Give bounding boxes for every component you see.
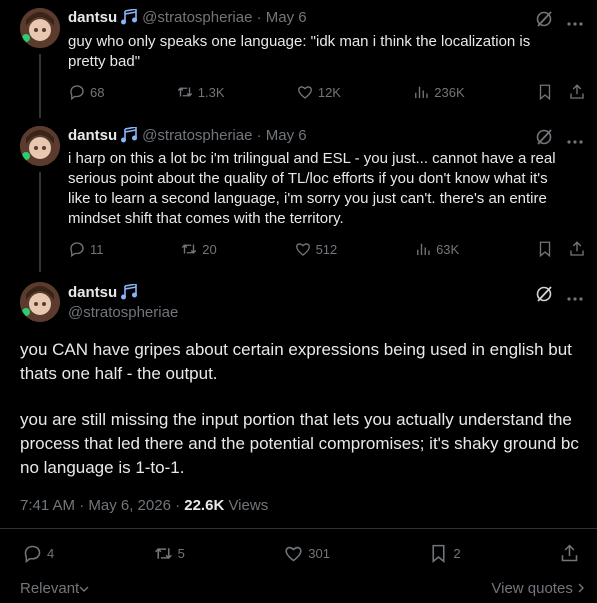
tweet-top-icons <box>535 128 583 151</box>
reply-button[interactable]: 11 <box>68 240 104 258</box>
divider <box>0 528 597 529</box>
reply-icon <box>24 545 41 563</box>
bookmark-count: 2 <box>453 546 461 561</box>
handle[interactable]: @stratospheriae <box>142 127 252 144</box>
tweet-actions: 68 1.3K 12K 236K <box>68 83 586 101</box>
bookmark-icon[interactable] <box>536 240 554 258</box>
tweet-date[interactable]: May 6 <box>266 9 307 26</box>
tweet-right-actions <box>536 83 586 101</box>
views-icon <box>417 243 430 255</box>
music-badge-icon <box>120 283 138 304</box>
heart-icon <box>285 546 302 562</box>
tweet-timestamp[interactable]: 7:41 AM · May 6, 2026 · <box>20 497 180 514</box>
grok-icon[interactable] <box>535 10 553 33</box>
view-quotes-label: View quotes <box>491 580 573 597</box>
like-count: 512 <box>315 241 338 257</box>
repost-count: 5 <box>177 546 185 561</box>
main-tweet-paragraph-2: you are still missing the input portion … <box>20 410 579 477</box>
share-icon[interactable] <box>568 240 586 258</box>
repost-icon <box>182 244 197 254</box>
display-name[interactable]: dantsu <box>68 9 117 26</box>
heart-icon <box>295 243 310 256</box>
like-count: 12K <box>317 84 341 100</box>
repost-icon <box>154 548 172 559</box>
heart-icon <box>297 86 312 99</box>
main-tweet-name-row: dantsu <box>68 283 142 304</box>
bookmark-icon[interactable] <box>536 83 554 101</box>
tweet-text: guy who only speaks one language: "idk m… <box>68 33 531 70</box>
view-count: 63K <box>436 241 460 257</box>
thread-line <box>39 54 41 118</box>
tweet-header: dantsu @stratospheriae · May 6 <box>68 8 307 29</box>
handle[interactable]: @stratospheriae <box>68 304 178 321</box>
grok-icon[interactable] <box>535 285 553 308</box>
bookmark-icon <box>432 544 445 564</box>
like-count: 301 <box>308 546 330 561</box>
view-count: 236K <box>434 84 465 100</box>
tweet-header: dantsu @stratospheriae · May 6 <box>68 126 307 147</box>
views-count: 22.6K <box>184 497 225 514</box>
more-options-icon[interactable] <box>567 13 583 31</box>
tweet-top-icons <box>535 10 583 33</box>
views-button[interactable]: 236K <box>412 83 465 101</box>
thread-tweet-2[interactable]: dantsu @stratospheriae · May 6 i harp on … <box>0 118 597 272</box>
repost-count: 20 <box>202 241 217 257</box>
share-icon <box>561 544 578 562</box>
view-quotes-link[interactable]: View quotes <box>491 580 585 597</box>
separator-dot: · <box>252 9 266 26</box>
reply-count: 11 <box>90 241 104 257</box>
avatar[interactable] <box>20 282 60 322</box>
reply-sort-bar: Relevant View quotes <box>20 580 585 597</box>
thread-tweet-1[interactable]: dantsu @stratospheriae · May 6 guy who on… <box>0 0 597 118</box>
repost-button[interactable]: 20 <box>180 240 217 258</box>
tweet-meta: 7:41 AM · May 6, 2026 · 22.6K Views <box>20 497 268 514</box>
avatar[interactable] <box>20 8 60 48</box>
relevant-label: Relevant <box>20 580 80 597</box>
reply-icon <box>70 242 84 258</box>
music-badge-icon <box>120 126 138 147</box>
share-icon[interactable] <box>568 83 586 101</box>
views-button[interactable]: 63K <box>414 240 459 258</box>
chevron-right-icon <box>577 580 585 597</box>
avatar[interactable] <box>20 126 60 166</box>
bookmark-button[interactable]: 2 <box>428 543 461 564</box>
reply-count: 68 <box>90 84 105 100</box>
like-button[interactable]: 512 <box>294 240 338 258</box>
more-options-icon[interactable] <box>567 288 583 306</box>
main-tweet-actions: 4 5 301 2 <box>22 543 580 564</box>
reply-button[interactable]: 68 <box>68 83 104 101</box>
reply-button[interactable]: 4 <box>22 543 54 564</box>
tweet-actions: 11 20 512 63K <box>68 240 586 258</box>
tweet-top-icons <box>535 285 583 308</box>
display-name[interactable]: dantsu <box>68 284 117 301</box>
main-tweet-paragraph-1: you CAN have gripes about certain expres… <box>20 340 572 383</box>
repost-icon <box>177 87 193 97</box>
repost-button[interactable]: 1.3K <box>176 83 225 101</box>
relevant-sort-dropdown[interactable]: Relevant <box>20 580 89 597</box>
repost-count: 1.3K <box>197 84 225 100</box>
separator-dot: · <box>252 127 266 144</box>
reply-icon <box>70 85 84 101</box>
thread-line <box>39 172 41 272</box>
music-badge-icon <box>120 8 138 29</box>
handle[interactable]: @stratospheriae <box>142 9 252 26</box>
chevron-down-icon <box>79 580 89 597</box>
views-label: Views <box>228 497 269 514</box>
repost-button[interactable]: 5 <box>153 543 185 564</box>
tweet-text: i harp on this a lot bc i'm trilingual a… <box>68 150 556 227</box>
more-options-icon[interactable] <box>567 131 583 149</box>
share-button[interactable] <box>559 543 580 564</box>
tweet-right-actions <box>536 240 586 258</box>
display-name[interactable]: dantsu <box>68 127 117 144</box>
reply-count: 4 <box>47 546 55 561</box>
tweet-date[interactable]: May 6 <box>266 127 307 144</box>
grok-icon[interactable] <box>535 128 553 151</box>
views-icon <box>415 86 428 98</box>
like-button[interactable]: 301 <box>283 543 330 564</box>
like-button[interactable]: 12K <box>296 83 341 101</box>
